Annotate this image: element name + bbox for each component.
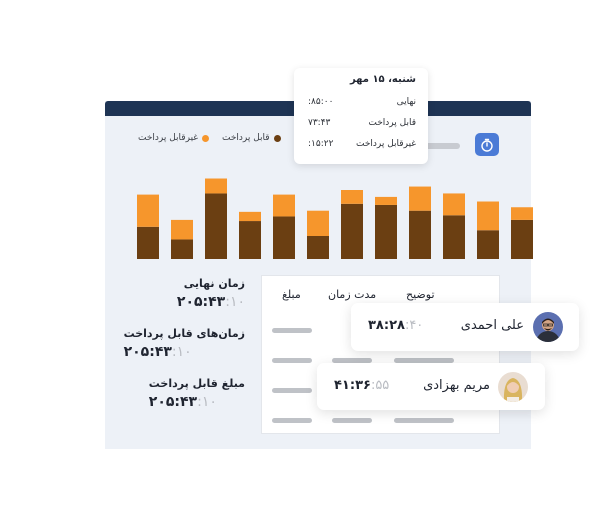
bar-payable[interactable] [205,193,227,259]
bar-unpayable[interactable] [477,201,499,231]
tooltip-row-final: نهایی ۸۵:۰۰: [308,97,416,107]
tooltip-row-value: ۸۵:۰۰: [308,97,334,107]
avatar [533,312,563,342]
user-card-maryam[interactable]: مریم بهزادی ۴۱:۳۶:۵۵ [317,363,545,410]
bar-payable[interactable] [409,210,431,259]
stat-label: زمان‌های قابل پرداخت [123,327,245,340]
placeholder-line [272,358,312,363]
placeholder-line [272,328,312,333]
stat-value: ۲۰۵:۴۳:۱۰ [123,344,192,360]
bar-unpayable[interactable] [239,211,261,222]
bar-unpayable[interactable] [171,219,193,240]
placeholder-line [272,418,312,423]
stat-final-time: زمان نهایی ۲۰۵:۴۳:۱۰ [177,277,245,310]
stat-label: زمان نهایی [183,277,245,290]
bar-unpayable[interactable] [375,196,397,205]
tooltip-row-value: ۱۵:۲۲: [308,139,334,149]
bar-payable[interactable] [477,230,499,259]
header-amount: مبلغ [282,288,301,301]
header-description: توضیح [406,288,435,301]
bar-payable[interactable] [239,221,261,259]
tooltip-row-label: غیرقابل پرداخت [356,139,416,149]
entries-table: توضیح مدت زمان مبلغ [261,275,500,434]
bar-payable[interactable] [341,203,363,259]
user-name: علی احمدی [460,318,524,333]
stat-value: ۲۰۵:۴۳:۱۰ [176,294,245,310]
tooltip-row-value: ۷۳:۴۳ [308,118,331,128]
placeholder-line [332,418,372,423]
bar-payable[interactable] [443,215,465,259]
user-time: ۳۸:۲۸:۴۰ [368,318,424,333]
tooltip-row-label: نهایی [396,97,416,107]
stat-payable-amount: مبلغ قابل پرداخت ۲۰۵:۴۳:۱۰ [149,377,245,410]
placeholder-line [394,418,454,423]
bar-unpayable[interactable] [273,194,295,217]
header-duration: مدت زمان [328,288,377,301]
bar-unpayable[interactable] [307,210,329,236]
stat-label: مبلغ قابل پرداخت [148,377,245,390]
stat-value: ۲۰۵:۴۳:۱۰ [148,394,217,410]
tooltip-date: شنبه، ۱۵ مهر [349,74,416,85]
bar-payable[interactable] [273,216,295,259]
user-card-ali[interactable]: علی احمدی ۳۸:۲۸:۴۰ [351,303,579,351]
user-time: ۴۱:۳۶:۵۵ [334,378,390,393]
bar-unpayable[interactable] [511,207,533,220]
avatar [498,372,528,402]
bar-unpayable[interactable] [205,178,227,194]
bar-payable[interactable] [511,219,533,259]
placeholder-line [272,388,312,393]
tooltip-row-payable: قابل پرداخت ۷۳:۴۳ [308,118,416,128]
user-name: مریم بهزادی [423,378,490,393]
tooltip-row-unpayable: غیرقابل پرداخت ۱۵:۲۲: [308,139,416,149]
bar-payable[interactable] [171,239,193,259]
bar-unpayable[interactable] [341,190,363,204]
bar-payable[interactable] [137,226,159,259]
bar-unpayable[interactable] [409,186,431,211]
tooltip-row-label: قابل پرداخت [368,118,416,128]
stat-payable-time: زمان‌های قابل پرداخت ۲۰۵:۴۳:۱۰ [124,327,245,360]
bar-payable[interactable] [375,204,397,259]
bar-payable[interactable] [307,236,329,259]
bar-unpayable[interactable] [137,194,159,227]
chart-tooltip: شنبه، ۱۵ مهر نهایی ۸۵:۰۰: قابل پرداخت ۷۳… [294,68,428,164]
bar-unpayable[interactable] [443,193,465,216]
